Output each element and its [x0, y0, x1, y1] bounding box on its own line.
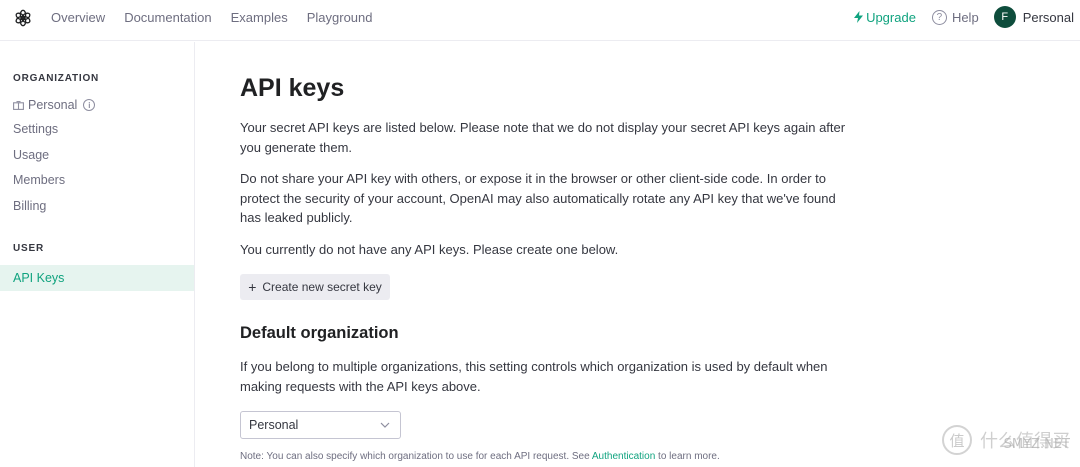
sidebar-item-api-keys[interactable]: API Keys [0, 265, 194, 291]
sidebar-item-label: API Keys [13, 271, 65, 285]
building-icon [13, 100, 24, 110]
help-icon: ? [931, 9, 947, 25]
intro-paragraph: Your secret API keys are listed below. P… [240, 120, 846, 155]
info-icon[interactable]: i [83, 99, 96, 111]
account-nav: Upgrade ? Help F Personal [854, 0, 1074, 34]
lightning-icon [854, 11, 864, 23]
avatar: F [993, 6, 1016, 28]
help-link[interactable]: ? Help [931, 9, 979, 25]
note-suffix: to learn more. [655, 451, 720, 462]
org-heading: ORGANIZATION [13, 73, 100, 84]
openai-logo-icon[interactable] [13, 8, 33, 28]
authentication-link[interactable]: Authentication [592, 451, 655, 462]
select-value: Personal [249, 418, 299, 432]
nav-overview[interactable]: Overview [51, 10, 105, 25]
default-org-heading: Default organization [240, 324, 399, 342]
page-title: API keys [240, 74, 345, 102]
sidebar-item-billing[interactable]: Billing [13, 199, 46, 213]
org-note: Note: You can also specify which organiz… [240, 451, 720, 462]
primary-nav: Overview Documentation Examples Playgrou… [51, 0, 392, 34]
create-secret-key-button[interactable]: + Create new secret key [240, 274, 390, 300]
chevron-down-icon [380, 422, 390, 428]
watermark-logo-icon: 值 [942, 425, 972, 455]
nav-examples[interactable]: Examples [231, 10, 288, 25]
user-heading: USER [13, 243, 44, 254]
note-prefix: Note: You can also specify which organiz… [240, 451, 592, 462]
sidebar-item-members[interactable]: Members [13, 173, 65, 187]
default-org-select[interactable]: Personal [240, 411, 401, 439]
nav-playground[interactable]: Playground [307, 10, 373, 25]
security-paragraph: Do not share your API key with others, o… [240, 171, 836, 225]
default-org-description: If you belong to multiple organizations,… [240, 359, 828, 394]
top-navigation: Overview Documentation Examples Playgrou… [0, 0, 1080, 41]
sidebar-item-settings[interactable]: Settings [13, 122, 58, 136]
upgrade-link[interactable]: Upgrade [854, 10, 916, 25]
watermark-sub: SMYZ.NET [1003, 437, 1070, 452]
plus-icon: + [248, 278, 257, 295]
sidebar-item-org-personal[interactable]: Personal i [13, 98, 96, 112]
empty-state-text: You currently do not have any API keys. … [240, 242, 619, 257]
sidebar-item-label: Personal [28, 98, 78, 112]
create-button-label: Create new secret key [262, 280, 382, 294]
help-label: Help [951, 9, 979, 25]
upgrade-label: Upgrade [866, 9, 916, 25]
account-label: Personal [1022, 9, 1074, 25]
sidebar-item-usage[interactable]: Usage [13, 148, 49, 162]
sidebar: ORGANIZATION Personal i Settings Usage M… [0, 42, 195, 467]
nav-documentation[interactable]: Documentation [124, 10, 211, 25]
account-menu[interactable]: F Personal [993, 6, 1074, 28]
